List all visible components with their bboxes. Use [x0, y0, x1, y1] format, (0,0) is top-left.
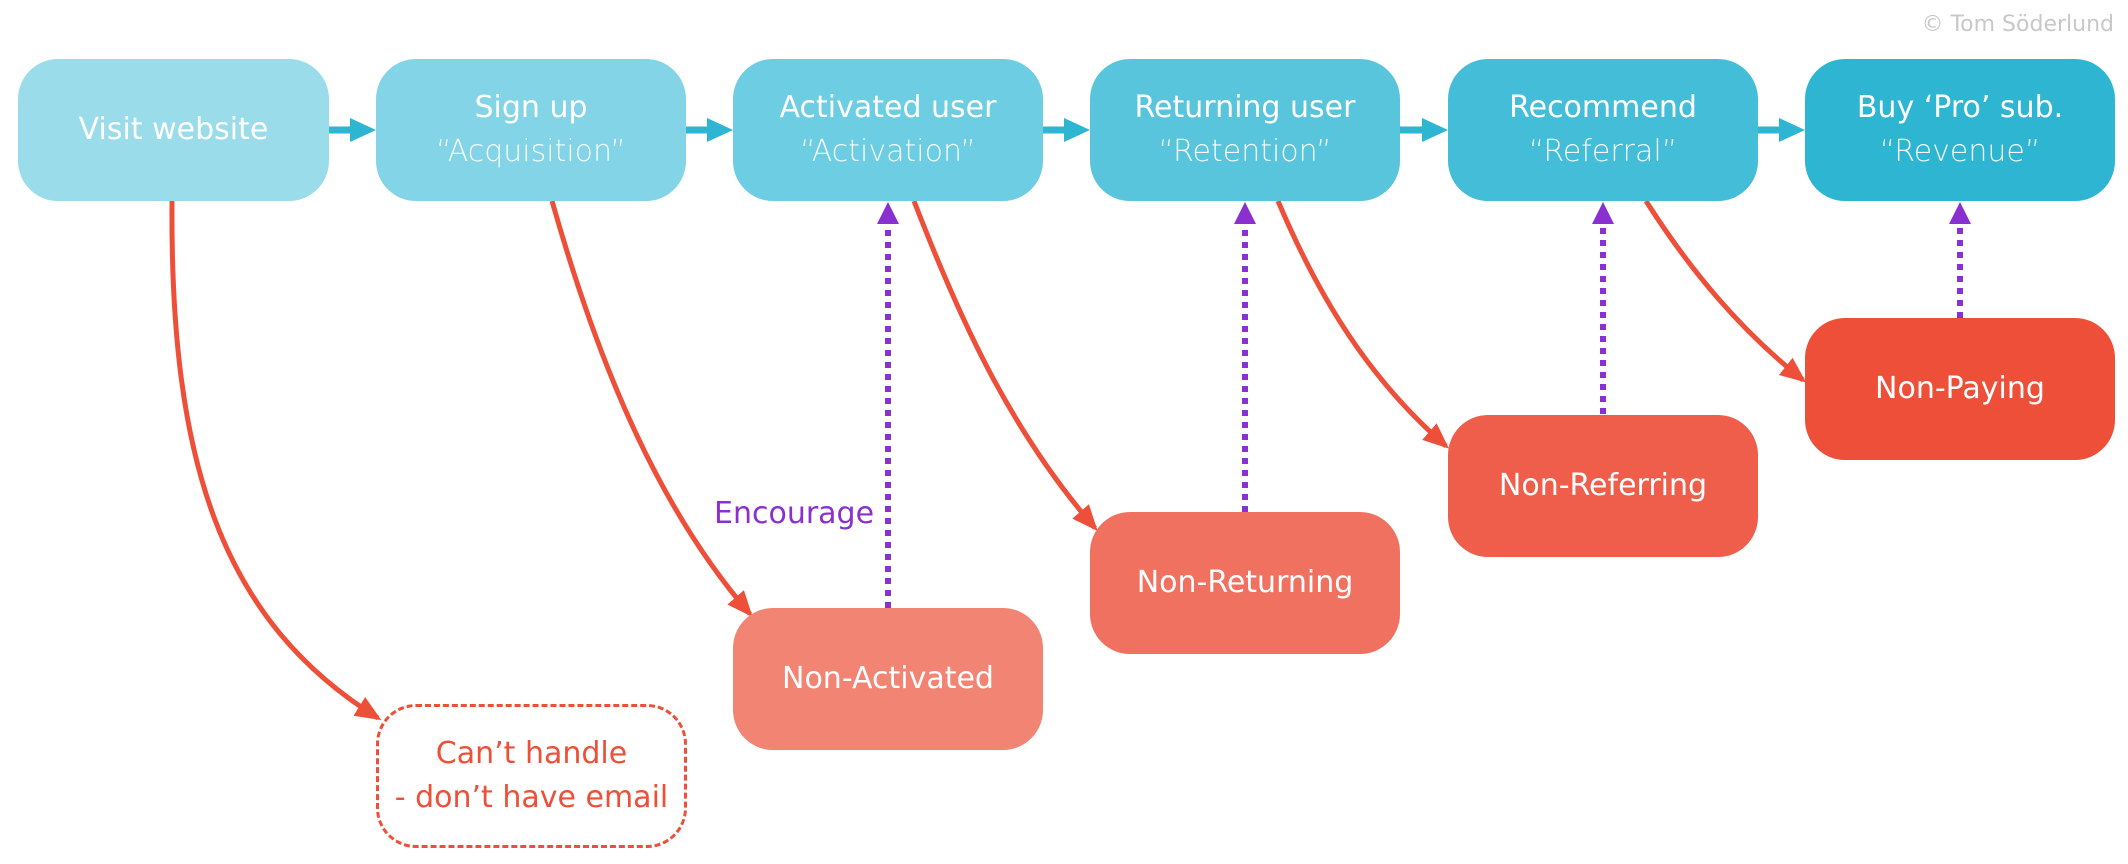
encourage-arrowhead: [1592, 202, 1614, 224]
stage-activated-user: Activated user “Activation”: [733, 59, 1043, 201]
stage-title: Sign up: [474, 90, 588, 125]
flow-arrowhead: [707, 118, 733, 142]
dropoff-label: Non-Paying: [1875, 371, 2045, 406]
stage-subtitle: “Revenue”: [1879, 134, 2041, 169]
dropoff-non-paying: Non-Paying: [1805, 318, 2115, 460]
stage-title: Recommend: [1509, 90, 1697, 125]
encourage-arrows: [885, 226, 1963, 608]
encourage-label: Encourage: [714, 496, 875, 531]
dropoff-line: - don’t have email: [394, 780, 669, 815]
dropoff-label: Non-Referring: [1498, 468, 1708, 503]
stage-title: Returning user: [1134, 90, 1356, 125]
dropoff-line: Can’t handle: [435, 736, 628, 771]
dropoff-non-referring: Non-Referring: [1448, 415, 1758, 557]
flow-arrowhead: [1779, 118, 1805, 142]
dropoff-label: Non-Returning: [1136, 565, 1354, 600]
dropoff-cant-handle: Can’t handle - don’t have email: [376, 704, 687, 848]
dropoff-arrow-activated: [911, 200, 1098, 532]
dropoff-label: Non-Activated: [782, 661, 994, 696]
stage-subtitle: “Retention”: [1158, 134, 1332, 169]
stage-subtitle: “Acquisition”: [436, 134, 626, 169]
stage-subtitle: “Referral”: [1528, 134, 1678, 169]
encourage-arrowhead: [1949, 202, 1971, 224]
flow-arrowhead: [350, 118, 376, 142]
stage-recommend: Recommend “Referral”: [1448, 59, 1758, 201]
dropoff-arrow-visit: [169, 200, 382, 721]
encourage-arrowhead: [877, 202, 899, 224]
stage-title: Visit website: [78, 112, 269, 147]
dropoff-arrow-returning: [1275, 200, 1450, 449]
encourage-arrowhead: [1234, 202, 1256, 224]
stage-title: Buy ‘Pro’ sub.: [1856, 90, 2064, 125]
stage-visit-website: Visit website: [18, 59, 329, 201]
flow-arrowhead: [1422, 118, 1448, 142]
dropoff-non-returning: Non-Returning: [1090, 512, 1400, 654]
copyright-notice: © Tom Söderlund: [1921, 12, 2114, 37]
stage-returning-user: Returning user “Retention”: [1090, 59, 1400, 201]
dropoff-arrow-signup: [549, 200, 753, 618]
dropoff-non-activated: Non-Activated: [733, 608, 1043, 750]
stage-sign-up: Sign up “Acquisition”: [376, 59, 686, 201]
dropoff-arrow-recommend: [1643, 199, 1807, 383]
flow-arrowhead: [1064, 118, 1090, 142]
stage-buy-pro: Buy ‘Pro’ sub. “Revenue”: [1805, 59, 2115, 201]
stage-subtitle: “Activation”: [800, 134, 976, 169]
encourage-arrowheads: [877, 202, 1971, 224]
stage-title: Activated user: [779, 90, 997, 125]
